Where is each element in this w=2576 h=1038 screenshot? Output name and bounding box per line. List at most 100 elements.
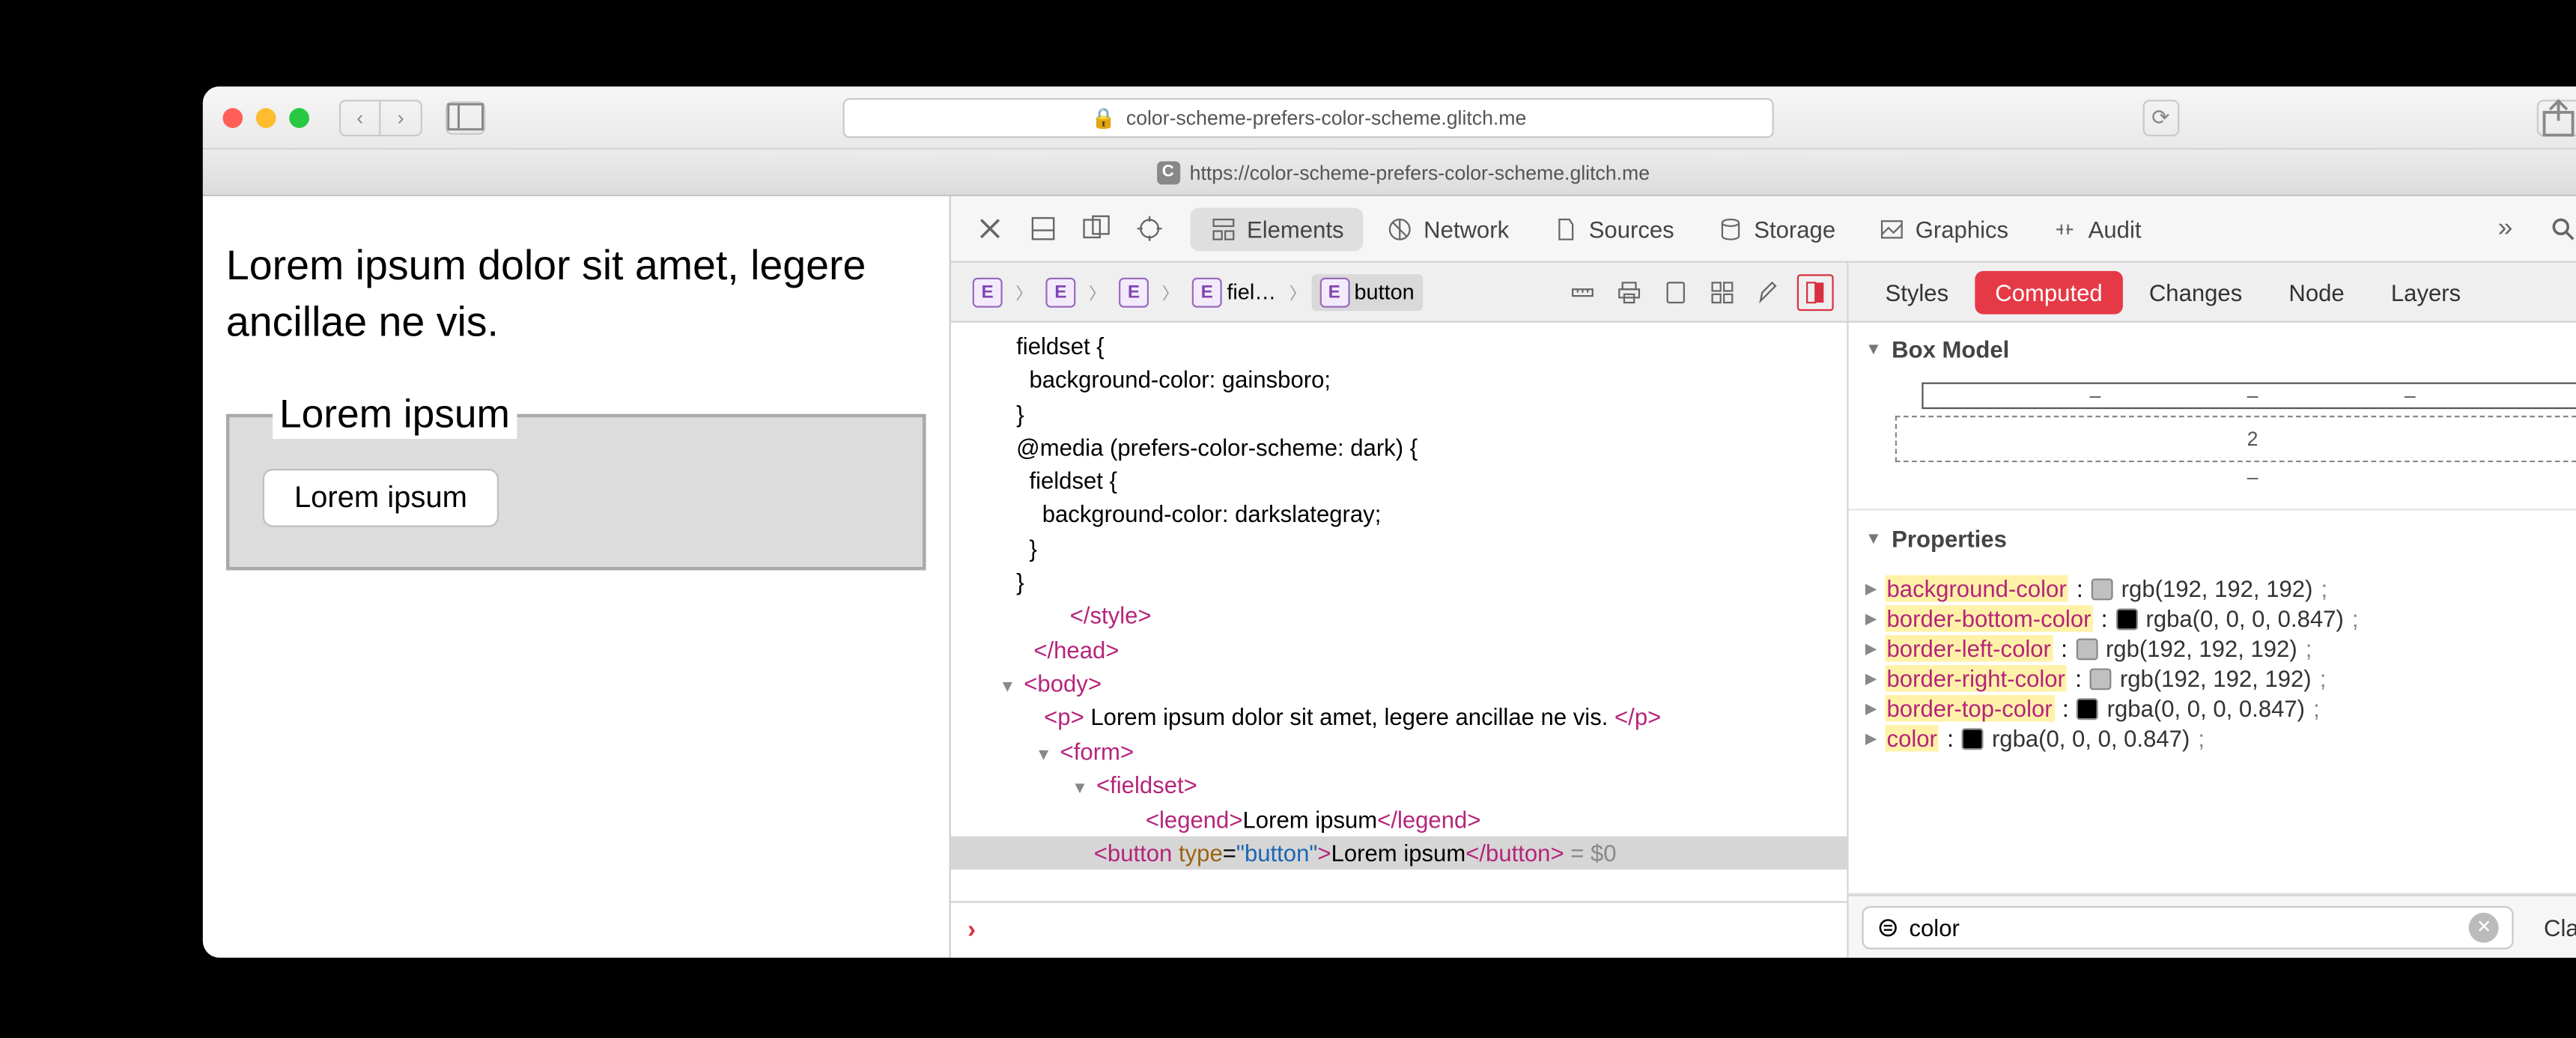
tab-computed[interactable]: Computed bbox=[1975, 270, 2123, 314]
sidebar-icon bbox=[447, 103, 484, 131]
chevron-right-icon: ▶ bbox=[1865, 640, 1877, 658]
sidebar-toggle-button[interactable] bbox=[446, 100, 485, 133]
compositing-button[interactable] bbox=[1797, 273, 1834, 310]
classes-button[interactable]: Classes bbox=[2527, 907, 2576, 947]
titlebar: ‹ › 🔒 color-scheme-prefers-color-scheme.… bbox=[203, 86, 2576, 149]
elements-icon bbox=[1210, 215, 1237, 242]
browser-window: ‹ › 🔒 color-scheme-prefers-color-scheme.… bbox=[203, 86, 2576, 957]
dom-tree[interactable]: fieldset { background-color: gainsboro; … bbox=[951, 323, 1847, 902]
filter-icon: ⊜ bbox=[1877, 910, 1899, 943]
color-swatch bbox=[2090, 667, 2112, 689]
filter-field[interactable] bbox=[1909, 914, 2458, 941]
print-button[interactable] bbox=[1611, 273, 1647, 310]
tab-elements[interactable]: Elements bbox=[1191, 207, 1364, 250]
lock-icon: 🔒 bbox=[1091, 106, 1116, 129]
minimize-window-button[interactable] bbox=[256, 107, 276, 127]
property-row[interactable]: ▶ border-left-color: rgb(192, 192, 192); bbox=[1865, 634, 2576, 664]
more-tabs-button[interactable]: » bbox=[2484, 207, 2527, 250]
tab-node[interactable]: Node bbox=[2269, 270, 2365, 314]
page-form: Lorem ipsum Lorem ipsum bbox=[226, 392, 926, 570]
layers-icon bbox=[1805, 280, 1826, 303]
storage-icon bbox=[1717, 215, 1744, 242]
breadcrumb-item[interactable]: Efiel… bbox=[1184, 273, 1285, 310]
property-row[interactable]: ▶ border-right-color: rgb(192, 192, 192)… bbox=[1865, 664, 2576, 693]
brush-icon bbox=[1755, 279, 1782, 306]
properties-filter-input[interactable]: ⊜ ✕ bbox=[1862, 905, 2514, 949]
clear-filter-button[interactable]: ✕ bbox=[2469, 912, 2499, 942]
tab-network[interactable]: Network bbox=[1367, 207, 1529, 250]
box-model-section: ▼Box Model ––– 2 – bbox=[1849, 323, 2576, 511]
ruler-button[interactable] bbox=[1564, 273, 1601, 310]
window-controls bbox=[222, 107, 309, 127]
breadcrumb-item[interactable]: E bbox=[1111, 273, 1157, 310]
breadcrumb-item[interactable]: E bbox=[1037, 273, 1084, 310]
device-button[interactable] bbox=[1657, 273, 1694, 310]
breadcrumb-item-selected[interactable]: Ebutton bbox=[1311, 273, 1423, 310]
dock-side-button[interactable] bbox=[1074, 207, 1117, 250]
color-swatch bbox=[2077, 697, 2099, 719]
color-swatch bbox=[2076, 637, 2097, 659]
color-swatch bbox=[2092, 577, 2113, 599]
paint-button[interactable] bbox=[1751, 273, 1787, 310]
tab-changes[interactable]: Changes bbox=[2129, 270, 2262, 314]
maximize-window-button[interactable] bbox=[289, 107, 309, 127]
nav-arrows: ‹ › bbox=[339, 99, 422, 136]
page-paragraph: Lorem ipsum dolor sit amet, legere ancil… bbox=[226, 240, 926, 352]
favicon: C bbox=[1156, 160, 1179, 183]
filter-row: ⊜ ✕ Classes bbox=[1849, 894, 2576, 957]
graphics-icon bbox=[1879, 215, 1906, 242]
page-legend: Lorem ipsum bbox=[273, 392, 517, 438]
search-icon bbox=[2548, 214, 2576, 243]
share-button[interactable] bbox=[2537, 99, 2576, 136]
property-row[interactable]: ▶ border-top-color: rgba(0, 0, 0, 0.847)… bbox=[1865, 693, 2576, 723]
close-devtools-button[interactable] bbox=[967, 207, 1011, 250]
browser-tab[interactable]: C https://color-scheme-prefers-color-sch… bbox=[203, 160, 2576, 183]
page-button[interactable]: Lorem ipsum bbox=[263, 468, 499, 526]
audit-icon bbox=[2052, 215, 2079, 242]
grid-button[interactable] bbox=[1704, 273, 1741, 310]
tab-graphics[interactable]: Graphics bbox=[1859, 207, 2029, 250]
ruler-icon bbox=[1570, 279, 1597, 306]
tab-sources[interactable]: Sources bbox=[1532, 207, 1694, 250]
disclosure-triangle-icon[interactable]: ▼ bbox=[1865, 340, 1882, 358]
close-window-button[interactable] bbox=[222, 107, 243, 127]
chevron-right-icon: ▶ bbox=[1865, 670, 1877, 688]
breadcrumb-item[interactable]: E bbox=[965, 273, 1011, 310]
page-content: Lorem ipsum dolor sit amet, legere ancil… bbox=[203, 196, 951, 958]
property-row[interactable]: ▶ color: rgba(0, 0, 0, 0.847); bbox=[1865, 723, 2576, 753]
network-icon bbox=[1387, 215, 1414, 242]
devtools-toolbar: Elements Network Sources Storage Graphic… bbox=[951, 196, 2576, 263]
dock-bottom-button[interactable] bbox=[1021, 207, 1064, 250]
device-icon bbox=[1662, 279, 1689, 306]
tab-layers[interactable]: Layers bbox=[2371, 270, 2481, 314]
tab-styles[interactable]: Styles bbox=[1865, 270, 1969, 314]
grid-icon bbox=[1709, 279, 1736, 306]
property-row[interactable]: ▶ background-color: rgb(192, 192, 192); bbox=[1865, 574, 2576, 604]
devtools: Elements Network Sources Storage Graphic… bbox=[951, 196, 2576, 958]
chevron-right-icon: ▶ bbox=[1865, 699, 1877, 717]
dom-breadcrumb: E〉 E〉 E〉 Efiel…〉 Ebutton bbox=[951, 263, 1847, 323]
console-prompt[interactable]: › bbox=[951, 901, 1847, 957]
dom-panel: E〉 E〉 E〉 Efiel…〉 Ebutton bbox=[951, 263, 1849, 958]
property-row[interactable]: ▶ border-bottom-color: rgba(0, 0, 0, 0.8… bbox=[1865, 604, 2576, 634]
chevron-right-icon: ▶ bbox=[1865, 580, 1877, 598]
page-fieldset: Lorem ipsum Lorem ipsum bbox=[226, 392, 926, 570]
color-swatch bbox=[2116, 607, 2138, 629]
close-icon bbox=[975, 214, 1003, 243]
chevron-right-icon: ▶ bbox=[1865, 729, 1877, 747]
forward-button[interactable]: › bbox=[380, 100, 420, 133]
back-button[interactable]: ‹ bbox=[341, 100, 380, 133]
address-bar[interactable]: 🔒 color-scheme-prefers-color-scheme.glit… bbox=[843, 97, 1774, 137]
search-button[interactable] bbox=[2540, 207, 2576, 250]
selected-dom-node[interactable]: <button type="button">Lorem ipsum</butto… bbox=[951, 837, 1847, 870]
disclosure-triangle-icon[interactable]: ▼ bbox=[1865, 529, 1882, 547]
url-text: color-scheme-prefers-color-scheme.glitch… bbox=[1126, 106, 1526, 129]
tab-audit[interactable]: Audit bbox=[2032, 207, 2161, 250]
color-swatch bbox=[1962, 727, 1984, 749]
element-picker-button[interactable] bbox=[1127, 207, 1170, 250]
tab-storage[interactable]: Storage bbox=[1698, 207, 1856, 250]
reload-button[interactable]: ⟳ bbox=[2142, 99, 2179, 136]
tab-title: https://color-scheme-prefers-color-schem… bbox=[1190, 160, 1650, 183]
styles-panel: Styles Computed Changes Node Layers ▼Box… bbox=[1849, 263, 2576, 958]
dock-side-icon bbox=[1081, 214, 1110, 243]
